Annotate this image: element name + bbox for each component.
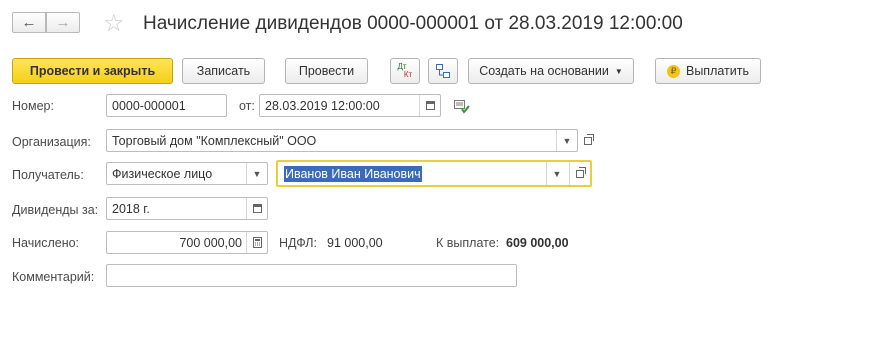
- favorite-star-icon[interactable]: ☆: [103, 9, 125, 38]
- recipient-type-value: Физическое лицо: [112, 166, 213, 181]
- recipient-value: Иванов Иван Иванович: [284, 165, 422, 182]
- open-form-icon: [576, 166, 586, 178]
- comment-label: Комментарий:: [12, 270, 95, 284]
- calendar-icon: [252, 204, 262, 213]
- organization-open-button[interactable]: [580, 133, 596, 149]
- organization-dropdown-button[interactable]: ▼: [556, 130, 577, 151]
- organization-value: Торговый дом "Комплексный" ООО: [112, 133, 317, 148]
- pay-button[interactable]: ₽ Выплатить: [655, 58, 761, 84]
- ruble-coin-icon: ₽: [666, 64, 680, 78]
- recipient-type-field[interactable]: Физическое лицо ▼: [106, 162, 268, 185]
- structure-button[interactable]: [428, 58, 458, 84]
- organization-field[interactable]: Торговый дом "Комплексный" ООО ▼: [106, 129, 578, 152]
- page-title: Начисление дивидендов 0000-000001 от 28.…: [143, 13, 683, 34]
- post-button[interactable]: Провести: [285, 58, 368, 84]
- period-field[interactable]: 2018 г.: [106, 197, 268, 220]
- post-and-close-button[interactable]: Провести и закрыть: [12, 58, 173, 84]
- calendar-icon: [425, 101, 435, 110]
- chevron-down-icon: ▼: [562, 135, 572, 146]
- accrued-label: Начислено:: [12, 236, 80, 250]
- organization-label: Организация:: [12, 135, 91, 149]
- dt-kt-icon-bottom: Кт: [403, 70, 413, 79]
- recipient-open-button[interactable]: [569, 162, 590, 185]
- recipient-type-dropdown-button[interactable]: ▼: [246, 163, 267, 184]
- back-button[interactable]: ←: [12, 12, 46, 33]
- arrow-left-icon: ←: [21, 14, 37, 31]
- accrued-value: 700 000,00: [179, 235, 242, 250]
- calendar-button[interactable]: [419, 95, 440, 116]
- chevron-down-icon: ▼: [252, 168, 262, 179]
- chevron-down-icon: ▼: [552, 168, 562, 179]
- period-calendar-button[interactable]: [246, 198, 267, 219]
- save-button[interactable]: Записать: [182, 58, 265, 84]
- ndfl-label: НДФЛ:: [279, 236, 317, 250]
- posting-status-icon[interactable]: [453, 99, 470, 114]
- calculator-icon: [252, 237, 262, 248]
- recipient-dropdown-button[interactable]: ▼: [546, 162, 567, 185]
- accrued-field[interactable]: 700 000,00: [106, 231, 268, 254]
- dt-kt-button[interactable]: Дт Кт: [390, 58, 420, 84]
- forward-button[interactable]: →: [46, 12, 80, 33]
- number-field[interactable]: 0000-000001: [106, 94, 227, 117]
- date-label: от:: [239, 99, 255, 113]
- period-label: Дивиденды за:: [12, 203, 99, 217]
- number-value: 0000-000001: [112, 98, 186, 113]
- document-structure-icon: [436, 64, 450, 78]
- number-label: Номер:: [12, 99, 54, 113]
- create-based-on-button[interactable]: Создать на основании ▼: [468, 58, 634, 84]
- period-value: 2018 г.: [112, 201, 150, 216]
- arrow-right-icon: →: [55, 14, 71, 31]
- pay-label: Выплатить: [685, 64, 749, 78]
- calculator-button[interactable]: [246, 232, 267, 253]
- date-field[interactable]: 28.03.2019 12:00:00: [259, 94, 441, 117]
- ndfl-value: 91 000,00: [327, 236, 383, 250]
- date-value: 28.03.2019 12:00:00: [265, 98, 380, 113]
- chevron-down-icon: ▼: [614, 66, 623, 76]
- comment-field[interactable]: [106, 264, 517, 287]
- create-based-on-label: Создать на основании: [479, 64, 609, 78]
- recipient-label: Получатель:: [12, 168, 84, 182]
- open-form-icon: [584, 134, 594, 145]
- payout-label: К выплате:: [436, 236, 500, 250]
- payout-value: 609 000,00: [506, 236, 569, 250]
- recipient-field[interactable]: Иванов Иван Иванович ▼: [276, 160, 592, 187]
